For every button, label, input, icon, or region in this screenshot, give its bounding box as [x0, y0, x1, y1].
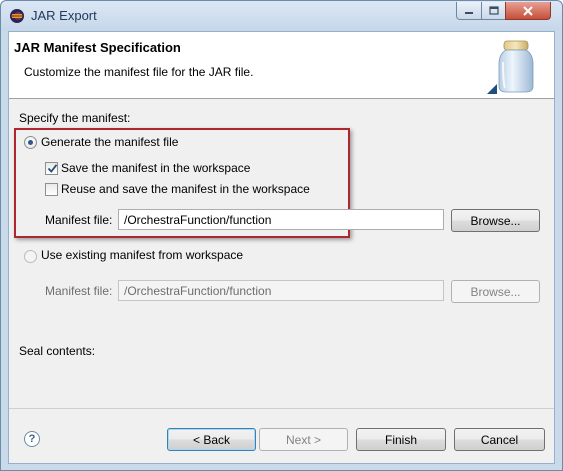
finish-button[interactable]: Finish [356, 428, 446, 451]
seal-contents-label: Seal contents: [19, 344, 96, 358]
minimize-icon [465, 11, 473, 14]
wizard-banner: JAR Manifest Specification Customize the… [9, 32, 554, 99]
existing-manifest-file-label: Manifest file: [45, 284, 113, 298]
cancel-button[interactable]: Cancel [454, 428, 545, 451]
manifest-file-label: Manifest file: [45, 213, 113, 227]
maximize-button[interactable] [481, 2, 506, 20]
page-description: Customize the manifest file for the JAR … [24, 65, 254, 79]
reuse-and-save-checkbox[interactable] [45, 183, 58, 196]
specify-manifest-label: Specify the manifest: [19, 111, 131, 125]
footer-separator [9, 408, 554, 409]
use-existing-manifest-radio[interactable] [24, 250, 37, 263]
next-button[interactable]: Next > [259, 428, 348, 451]
close-icon [523, 5, 533, 16]
checkmark-icon [47, 164, 58, 173]
browse-button[interactable]: Browse... [451, 209, 540, 232]
maximize-icon [488, 6, 499, 15]
save-in-workspace-label[interactable]: Save the manifest in the workspace [61, 161, 250, 175]
jar-icon [487, 40, 534, 94]
page-title: JAR Manifest Specification [14, 40, 181, 55]
help-icon[interactable]: ? [24, 431, 40, 447]
generate-manifest-radio[interactable] [24, 136, 37, 149]
close-button[interactable] [505, 2, 551, 20]
window-title: JAR Export [31, 8, 97, 23]
radio-selected-dot [28, 140, 33, 145]
manifest-file-input[interactable]: /OrchestraFunction/function [118, 209, 444, 230]
existing-manifest-file-input[interactable]: /OrchestraFunction/function [118, 280, 444, 301]
jar-export-window: JAR Export JAR Manifest Specification Cu… [0, 0, 563, 471]
existing-browse-button[interactable]: Browse... [451, 280, 540, 303]
reuse-and-save-label[interactable]: Reuse and save the manifest in the works… [61, 182, 310, 196]
back-button[interactable]: < Back [167, 428, 256, 451]
title-bar[interactable]: JAR Export [1, 1, 562, 31]
generate-manifest-label[interactable]: Generate the manifest file [41, 135, 178, 149]
use-existing-manifest-label[interactable]: Use existing manifest from workspace [41, 248, 243, 262]
save-in-workspace-checkbox[interactable] [45, 162, 58, 175]
minimize-button[interactable] [456, 2, 482, 20]
dialog-client-area: JAR Manifest Specification Customize the… [8, 31, 555, 464]
eclipse-icon [10, 9, 24, 23]
